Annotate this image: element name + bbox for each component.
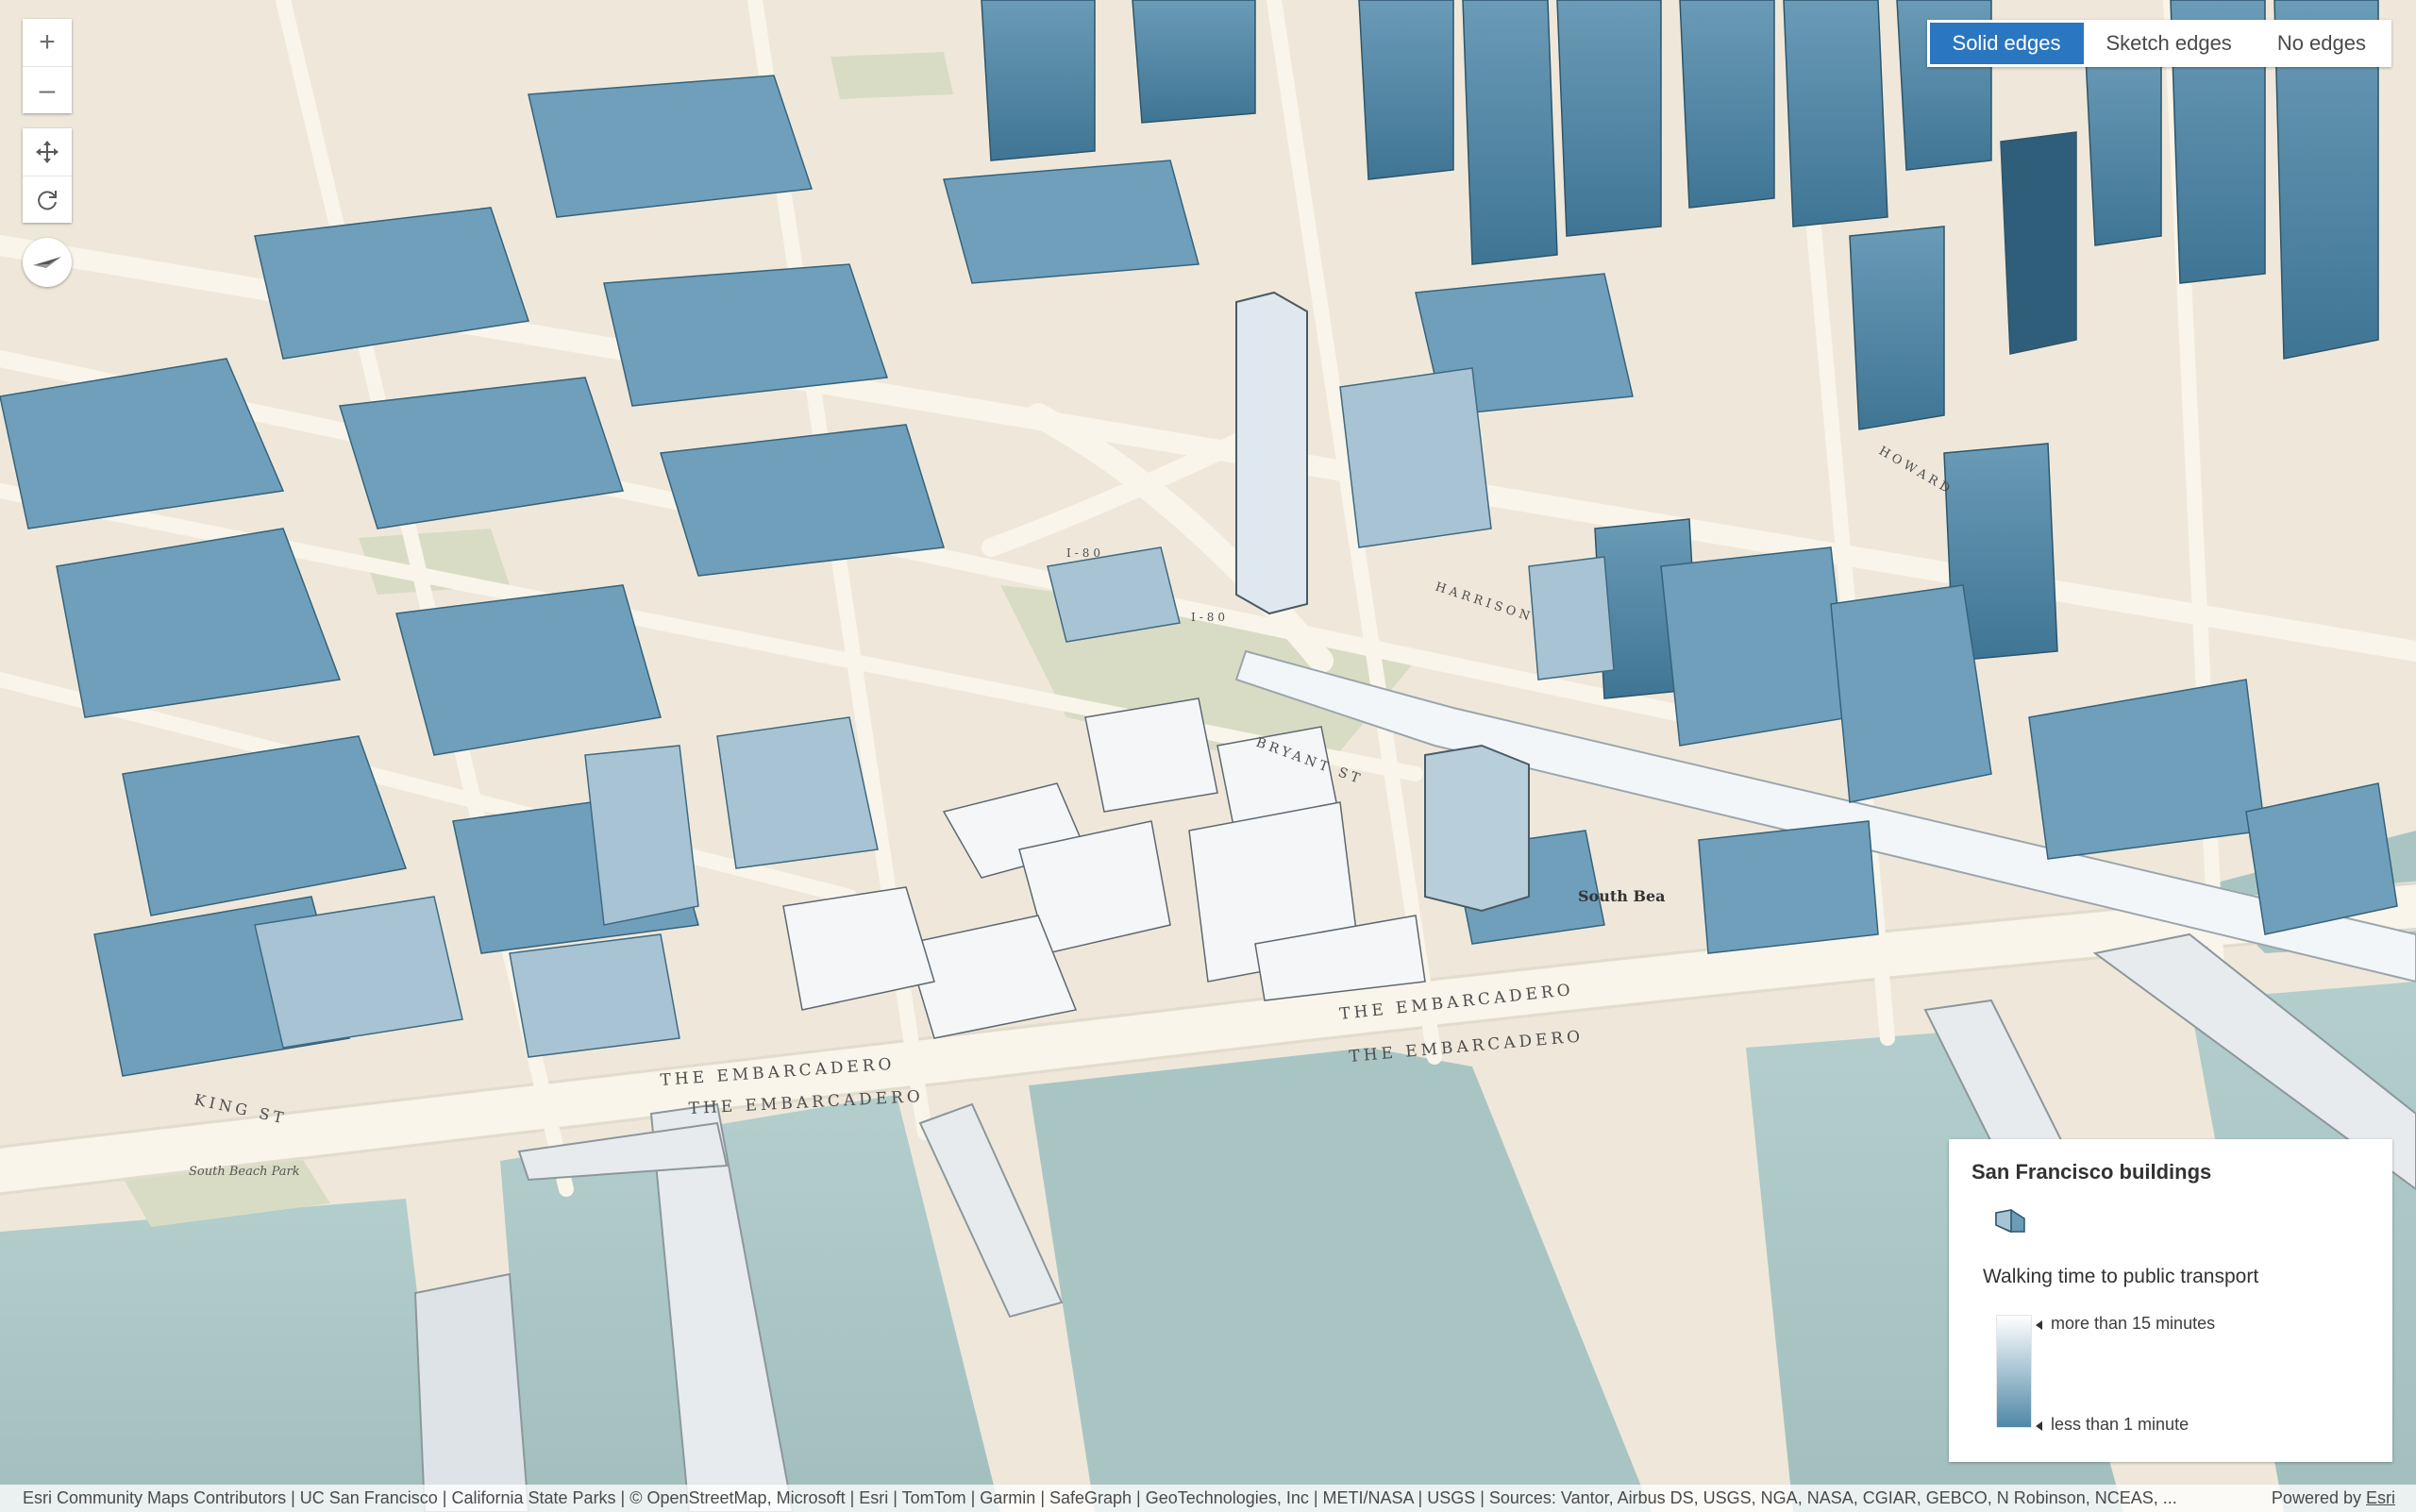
pan-button[interactable] xyxy=(23,128,72,176)
neighborhood-label: South Bea xyxy=(1578,887,1666,905)
edge-style-toggle: Solid edges Sketch edges No edges xyxy=(1926,20,2391,67)
sketch-edges-option[interactable]: Sketch edges xyxy=(2084,23,2255,64)
zoom-in-button[interactable]: + xyxy=(23,19,72,66)
rotate-button[interactable] xyxy=(23,176,72,223)
compass-icon xyxy=(33,257,61,268)
attribution-bar: Esri Community Maps Contributors | UC Sa… xyxy=(0,1485,2416,1512)
solid-edges-option[interactable]: Solid edges xyxy=(1929,23,2084,64)
building-symbol-icon xyxy=(1995,1209,2025,1234)
powered-by-text: Powered by xyxy=(2271,1488,2361,1507)
zoom-controls: + – xyxy=(23,19,72,113)
esri-link[interactable]: Esri xyxy=(2366,1488,2395,1507)
legend-stop-low: less than 1 minute xyxy=(2035,1415,2190,1434)
park-label: South Beach Park xyxy=(189,1165,300,1179)
zoom-out-button[interactable]: – xyxy=(23,66,72,113)
legend-field-title: Walking time to public transport xyxy=(1983,1266,2259,1287)
attribution-text[interactable]: Esri Community Maps Contributors | UC Sa… xyxy=(23,1488,2253,1508)
no-edges-option[interactable]: No edges xyxy=(2255,23,2389,64)
highway-label: I-80 xyxy=(1191,611,1229,624)
navigation-mode-controls xyxy=(23,128,72,223)
highway-label: I-80 xyxy=(1066,546,1104,560)
rotate-icon xyxy=(38,190,57,210)
compass-button[interactable] xyxy=(23,238,72,287)
legend-layer-title: San Francisco buildings xyxy=(1971,1160,2212,1184)
powered-by: Powered by Esri xyxy=(2272,1488,2395,1508)
color-ramp xyxy=(1996,1315,2032,1428)
scene-view[interactable]: THE EMBARCADERO THE EMBARCADERO THE EMBA… xyxy=(0,0,2416,1512)
legend-stop-high: more than 15 minutes xyxy=(2035,1314,2216,1333)
legend-panel: San Francisco buildings Walking time to … xyxy=(1949,1139,2392,1462)
move-icon xyxy=(36,141,59,163)
